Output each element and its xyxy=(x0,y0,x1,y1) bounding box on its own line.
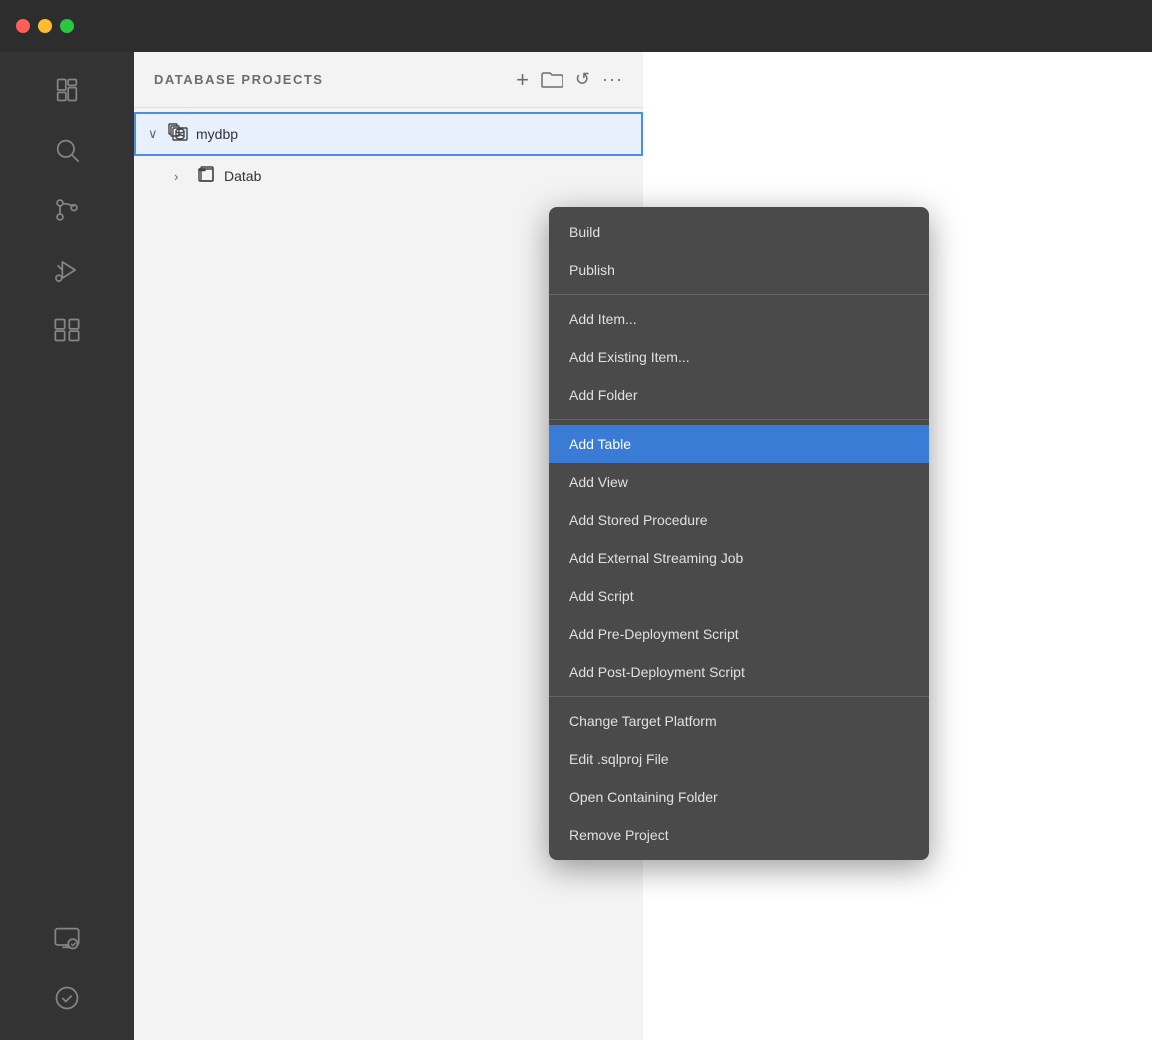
panel-actions: + ↺ ··· xyxy=(516,67,623,93)
sidebar-item-run-debug[interactable] xyxy=(41,244,93,296)
minimize-button[interactable] xyxy=(38,19,52,33)
maximize-button[interactable] xyxy=(60,19,74,33)
open-folder-button[interactable] xyxy=(541,71,563,89)
sidebar-item-explorer[interactable] xyxy=(41,64,93,116)
menu-separator xyxy=(549,696,929,697)
more-actions-button[interactable]: ··· xyxy=(602,69,623,90)
menu-item-add-view[interactable]: Add View xyxy=(549,463,929,501)
menu-item-add-item[interactable]: Add Item... xyxy=(549,300,929,338)
sidebar-item-search[interactable] xyxy=(41,124,93,176)
menu-separator xyxy=(549,294,929,295)
panel-header: DATABASE PROJECTS + ↺ ··· xyxy=(134,52,643,108)
menu-item-add-pre-deployment-script[interactable]: Add Pre-Deployment Script xyxy=(549,615,929,653)
tree-item-child-label: Datab xyxy=(224,168,261,184)
title-bar xyxy=(0,0,1152,52)
menu-item-build[interactable]: Build xyxy=(549,213,929,251)
activity-bar xyxy=(0,52,134,1040)
app-container: DATABASE PROJECTS + ↺ ··· ∨ xyxy=(0,52,1152,1040)
menu-item-add-folder[interactable]: Add Folder xyxy=(549,376,929,414)
chevron-down-icon: ∨ xyxy=(148,126,168,142)
refresh-button[interactable]: ↺ xyxy=(575,69,590,90)
database-project-icon xyxy=(168,123,188,146)
tree-item-root[interactable]: ∨ mydbp xyxy=(134,112,643,156)
sidebar-item-extensions[interactable] xyxy=(41,304,93,356)
sidebar-item-testing[interactable] xyxy=(41,972,93,1024)
menu-item-open-containing-folder[interactable]: Open Containing Folder xyxy=(549,778,929,816)
menu-item-add-post-deployment-script[interactable]: Add Post-Deployment Script xyxy=(549,653,929,691)
menu-separator xyxy=(549,419,929,420)
panel-title: DATABASE PROJECTS xyxy=(154,72,323,87)
close-button[interactable] xyxy=(16,19,30,33)
menu-item-change-target-platform[interactable]: Change Target Platform xyxy=(549,702,929,740)
menu-item-add-script[interactable]: Add Script xyxy=(549,577,929,615)
tree-item-root-label: mydbp xyxy=(196,126,238,142)
tree-item-child[interactable]: › Datab xyxy=(134,156,643,196)
menu-item-add-table[interactable]: Add Table xyxy=(549,425,929,463)
context-menu: BuildPublish Add Item...Add Existing Item… xyxy=(549,207,929,860)
menu-item-publish[interactable]: Publish xyxy=(549,251,929,289)
sidebar-item-remote-explorer[interactable] xyxy=(41,912,93,964)
sidebar-item-source-control[interactable] xyxy=(41,184,93,236)
chevron-right-icon: › xyxy=(174,169,194,184)
menu-item-add-stored-procedure[interactable]: Add Stored Procedure xyxy=(549,501,929,539)
menu-item-remove-project[interactable]: Remove Project xyxy=(549,816,929,854)
menu-item-edit-sqlproj[interactable]: Edit .sqlproj File xyxy=(549,740,929,778)
menu-item-add-existing-item[interactable]: Add Existing Item... xyxy=(549,338,929,376)
database-folder-icon xyxy=(198,166,216,187)
add-project-button[interactable]: + xyxy=(516,67,529,93)
side-panel: DATABASE PROJECTS + ↺ ··· ∨ xyxy=(134,52,643,1040)
menu-item-add-external-streaming-job[interactable]: Add External Streaming Job xyxy=(549,539,929,577)
